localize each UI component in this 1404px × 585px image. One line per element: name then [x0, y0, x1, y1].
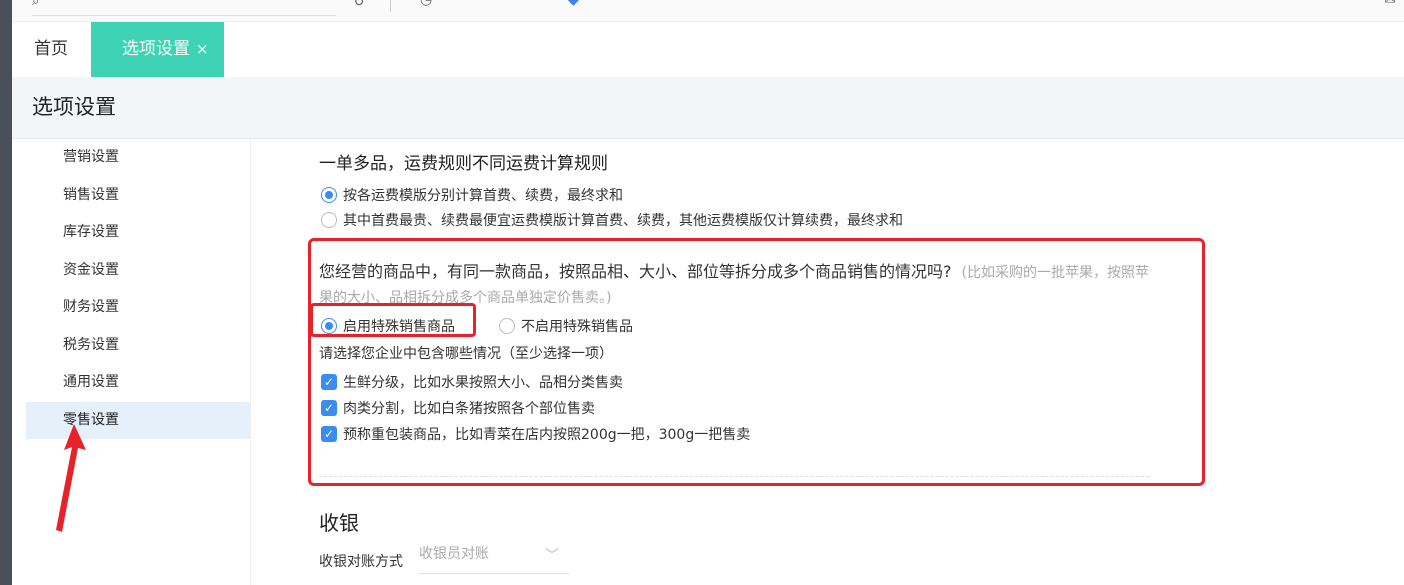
scenario-prompt: 请选择您企业中包含哪些情况（至少选择一项）	[319, 346, 613, 362]
shield-icon[interactable]: ◆	[568, 0, 579, 8]
search-icon[interactable]: ⌕	[32, 0, 39, 9]
radio-label: 不启用特殊销售品	[521, 319, 633, 335]
settings-content: 一单多品，运费规则不同运费计算规则 按各运费模版分别计算首费、续费，最终求和 其…	[308, 139, 1399, 585]
sidebar-item-marketing[interactable]: 营销设置	[26, 139, 250, 177]
bell-icon[interactable]: ♁	[354, 0, 364, 9]
chevron-down-icon[interactable]: ﹀	[545, 543, 559, 569]
sidebar-item-sales[interactable]: 销售设置	[26, 177, 250, 215]
check-preweighed-pack[interactable]: ✓ 预称重包装商品，比如青菜在店内按照200g一把，300g一把售卖	[321, 424, 750, 444]
close-icon[interactable]: ×	[196, 40, 209, 58]
app-window: ⌕ ♁ ◷ ◆ ✉ 首页 选项设置 × 选项设置 营销设置 销售设置 库存设置 资…	[12, 0, 1404, 585]
checkbox-label: 肉类分割，比如白条猪按照各个部位售卖	[343, 401, 595, 417]
tab-option-settings[interactable]: 选项设置 ×	[91, 22, 224, 77]
checkbox-checked-icon[interactable]: ✓	[321, 426, 337, 442]
reconciliation-label: 收银对账方式	[319, 554, 403, 570]
checkbox-checked-icon[interactable]: ✓	[321, 374, 337, 390]
freight-option-2[interactable]: 其中首费最贵、续费最便宜运费模版计算首费、续费，其他运费模版仅计算续费，最终求和	[321, 210, 903, 230]
freight-rule-title: 一单多品，运费规则不同运费计算规则	[319, 154, 608, 174]
radio-label: 按各运费模版分别计算首费、续费，最终求和	[343, 188, 623, 204]
top-toolbar: ⌕ ♁ ◷ ◆ ✉	[12, 0, 1404, 22]
page-title: 选项设置	[32, 95, 116, 119]
cashier-title: 收银	[319, 511, 359, 535]
radio-checked-icon[interactable]	[321, 318, 337, 334]
enable-special-sale-radio[interactable]: 启用特殊销售商品	[321, 316, 455, 336]
select-value: 收银员对账	[419, 546, 489, 562]
sidebar-item-inventory[interactable]: 库存设置	[26, 214, 250, 252]
sidebar-item-finance[interactable]: 财务设置	[26, 289, 250, 327]
clock-icon[interactable]: ◷	[420, 0, 432, 8]
radio-checked-icon[interactable]	[321, 187, 337, 203]
checkbox-checked-icon[interactable]: ✓	[321, 400, 337, 416]
tab-label: 选项设置	[122, 39, 190, 59]
check-fresh-grading[interactable]: ✓ 生鲜分级，比如水果按照大小、品相分类售卖	[321, 372, 623, 392]
radio-label: 其中首费最贵、续费最便宜运费模版计算首费、续费，其他运费模版仅计算续费，最终求和	[343, 213, 903, 229]
tab-bar: 首页 选项设置 ×	[12, 22, 1404, 77]
sidebar-item-tax[interactable]: 税务设置	[26, 327, 250, 365]
tab-home[interactable]: 首页	[34, 22, 68, 77]
red-arrow-annotation	[56, 424, 86, 532]
radio-unchecked-icon[interactable]	[321, 212, 337, 228]
search-input-underline[interactable]	[32, 15, 336, 16]
checkbox-label: 预称重包装商品，比如青菜在店内按照200g一把，300g一把售卖	[343, 427, 751, 443]
reconciliation-select[interactable]: 收银员对账 ﹀	[419, 541, 569, 574]
radio-unchecked-icon[interactable]	[499, 318, 515, 334]
page-header: 选项设置	[12, 77, 1404, 139]
toolbar-divider	[390, 0, 391, 12]
check-meat-cutting[interactable]: ✓ 肉类分割，比如白条猪按照各个部位售卖	[321, 398, 595, 418]
disable-special-sale-radio[interactable]: 不启用特殊销售品	[499, 316, 633, 336]
sidebar-item-funds[interactable]: 资金设置	[26, 252, 250, 290]
message-icon[interactable]: ✉	[1384, 0, 1396, 8]
section-divider	[319, 476, 1149, 477]
question-text: 您经营的商品中，有同一款商品，按照品相、大小、部位等拆分成多个商品销售的情况吗?	[319, 262, 952, 281]
freight-option-1[interactable]: 按各运费模版分别计算首费、续费，最终求和	[321, 185, 623, 205]
sidebar-item-general[interactable]: 通用设置	[26, 364, 250, 402]
checkbox-label: 生鲜分级，比如水果按照大小、品相分类售卖	[343, 375, 623, 391]
radio-label: 启用特殊销售商品	[343, 319, 455, 335]
